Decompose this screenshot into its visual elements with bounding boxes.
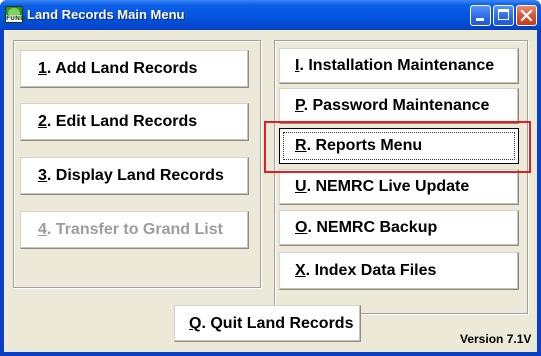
add-land-records-button[interactable]: 1. Add Land Records <box>20 50 249 88</box>
hotkey: 3 <box>38 167 47 184</box>
nemrc-live-update-button[interactable]: U. NEMRC Live Update <box>279 169 519 205</box>
display-land-records-button[interactable]: 3. Display Land Records <box>20 157 249 195</box>
close-icon <box>520 9 533 22</box>
close-button[interactable] <box>516 5 537 26</box>
maximize-button[interactable] <box>493 5 514 26</box>
quit-land-records-button[interactable]: Q. Quit Land Records <box>174 305 361 342</box>
minimize-icon <box>476 18 484 21</box>
button-label: . Edit Land Records <box>46 113 198 130</box>
client-area: 1. Add Land Records 2. Edit Land Records… <box>4 30 537 352</box>
button-label: . NEMRC Backup <box>307 219 438 236</box>
button-label: . Add Land Records <box>46 60 198 77</box>
button-label: . Index Data Files <box>305 262 437 279</box>
maximize-icon <box>498 9 509 20</box>
index-data-files-button[interactable]: X. Index Data Files <box>279 252 519 290</box>
hotkey: 1 <box>38 60 47 77</box>
edit-land-records-button[interactable]: 2. Edit Land Records <box>20 103 249 141</box>
hotkey: 4 <box>38 221 47 238</box>
window-title: Land Records Main Menu <box>27 7 185 22</box>
title-bar[interactable]: FUND Land Records Main Menu <box>0 0 541 30</box>
button-label: . NEMRC Live Update <box>306 178 470 195</box>
button-label: . Transfer to Grand List <box>46 221 223 238</box>
minimize-button[interactable] <box>470 5 491 26</box>
hotkey: P <box>295 97 304 114</box>
hotkey: 2 <box>38 113 47 130</box>
main-menu-window: FUND Land Records Main Menu 1. Add Land … <box>0 0 541 356</box>
version-label: Version 7.1V <box>460 332 532 346</box>
button-label: . Quit Land Records <box>201 314 354 332</box>
app-icon: FUND <box>5 6 25 23</box>
installation-maintenance-button[interactable]: I. Installation Maintenance <box>279 48 519 84</box>
hotkey: U <box>295 178 307 195</box>
hotkey: O <box>295 219 308 236</box>
nemrc-backup-button[interactable]: O. NEMRC Backup <box>279 210 519 246</box>
password-maintenance-button[interactable]: P. Password Maintenance <box>279 88 519 124</box>
hotkey: X <box>295 262 306 279</box>
app-icon-text: FUND <box>6 15 25 22</box>
button-label: . Installation Maintenance <box>299 57 495 74</box>
hotkey: Q <box>189 314 202 332</box>
button-label: . Password Maintenance <box>303 97 490 114</box>
reports-menu-highlight <box>264 121 531 173</box>
transfer-to-grand-list-button: 4. Transfer to Grand List <box>20 211 249 249</box>
button-label: . Display Land Records <box>46 167 224 184</box>
